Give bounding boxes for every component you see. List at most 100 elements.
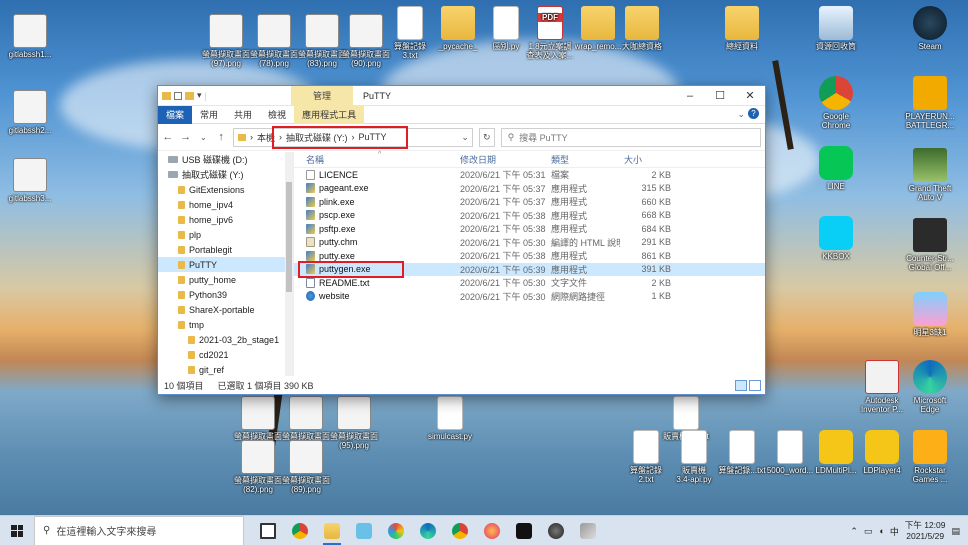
taskbar-app-button[interactable]: [252, 516, 284, 545]
taskbar-app-button[interactable]: [412, 516, 444, 545]
folder-icon: [178, 245, 185, 254]
close-button[interactable]: ✕: [735, 86, 765, 106]
desktop-icon[interactable]: LINE: [806, 146, 866, 191]
nav-scrollbar[interactable]: [285, 152, 293, 376]
file-name-cell: pageant.exe: [294, 183, 456, 194]
nav-item[interactable]: Portablegit: [158, 242, 293, 257]
recent-dropdown-icon[interactable]: ⌄: [198, 133, 210, 142]
tab-file[interactable]: 檔案: [158, 105, 193, 124]
tab-home[interactable]: 常用: [192, 106, 226, 124]
title-bar: ▾ | 管理 PuTTY – ☐ ✕: [158, 86, 765, 106]
nav-item-label: putty_home: [189, 274, 237, 285]
search-input[interactable]: ⚲ 搜尋 PuTTY: [500, 127, 762, 147]
nav-item[interactable]: USB 磁碟機 (D:): [158, 152, 293, 167]
folder-icon: [581, 6, 615, 40]
large-icons-view-button[interactable]: [749, 380, 761, 391]
file-row[interactable]: puttygen.exe 2020/6/21 下午 05:39 應用程式 391 KB: [294, 260, 765, 278]
file-list-scrollbar[interactable]: [757, 152, 765, 376]
network-icon[interactable]: ▭: [864, 526, 873, 537]
desktop-icon[interactable]: Steam: [900, 6, 960, 51]
item-count: 10 個項目: [164, 380, 204, 391]
taskbar-app-button[interactable]: [444, 516, 476, 545]
input-language[interactable]: 中: [890, 525, 899, 538]
desktop-icon[interactable]: gitlabssh2...: [0, 90, 60, 135]
qat-dropdown-icon[interactable]: ▾: [197, 90, 202, 101]
volume-icon[interactable]: ◖: [878, 526, 883, 536]
forward-button[interactable]: →: [180, 131, 192, 143]
desktop-icon[interactable]: gitlabssh1...: [0, 14, 60, 59]
nav-item[interactable]: git_ref: [158, 362, 293, 376]
csgo-icon: [913, 218, 947, 252]
nav-item[interactable]: cd2021: [158, 347, 293, 362]
taskbar-app-button[interactable]: [476, 516, 508, 545]
file-row[interactable]: putty.chm 2020/6/21 下午 05:30 編譯的 HTML 說明..…: [294, 236, 765, 250]
taskbar-app-button[interactable]: [540, 516, 572, 545]
minimize-button[interactable]: –: [675, 86, 705, 106]
expand-ribbon-icon[interactable]: ⌄: [737, 109, 745, 120]
help-icon[interactable]: ?: [748, 108, 759, 119]
column-date[interactable]: 修改日期: [456, 153, 547, 166]
taskbar-app-button[interactable]: [380, 516, 412, 545]
nav-item[interactable]: PuTTY: [158, 257, 293, 272]
details-view-button[interactable]: [735, 380, 747, 391]
notification-icon[interactable]: ▤: [951, 526, 960, 537]
taskbar-search-box[interactable]: ⚲ 在這裡輸入文字來搜尋: [34, 515, 244, 545]
management-tab[interactable]: 管理: [291, 86, 353, 106]
checkbox-icon[interactable]: [174, 91, 182, 100]
taskbar-app-button[interactable]: [572, 516, 604, 545]
nav-item[interactable]: 抽取式磁碟 (Y:): [158, 167, 293, 182]
desktop-icon[interactable]: KKBOX: [806, 216, 866, 261]
desktop-icon[interactable]: 總經資料: [712, 6, 772, 51]
desktop-icon[interactable]: Counter-Str... Global Off...: [900, 218, 960, 272]
desktop-icon[interactable]: simulcast.py: [420, 396, 480, 441]
nav-item[interactable]: home_ipv4: [158, 197, 293, 212]
tab-application-tools[interactable]: 應用程式工具: [294, 105, 365, 124]
desktop-icon[interactable]: Google Chrome: [806, 76, 866, 130]
taskbar-app-button[interactable]: [508, 516, 540, 545]
nav-item[interactable]: home_ipv6: [158, 212, 293, 227]
address-bar[interactable]: › 本機 › 抽取式磁碟 (Y:) › PuTTY ⌄: [233, 125, 473, 149]
desktop-icon[interactable]: Grand Theft Auto V: [900, 148, 960, 202]
clock[interactable]: 下午 12:09 2021/5/29: [905, 520, 946, 542]
back-button[interactable]: ←: [162, 131, 174, 143]
file-type-icon: [306, 277, 315, 288]
file-row[interactable]: psftp.exe 2020/6/21 下午 05:38 應用程式 684 KB: [294, 222, 765, 236]
nav-item[interactable]: 2021-03_2b_stage1: [158, 332, 293, 347]
column-type[interactable]: 類型: [547, 153, 620, 166]
tab-share[interactable]: 共用: [226, 106, 260, 124]
maximize-button[interactable]: ☐: [705, 86, 735, 106]
nav-item[interactable]: GitExtensions: [158, 182, 293, 197]
up-button[interactable]: ↑: [215, 131, 227, 143]
taskbar-app-button[interactable]: [348, 516, 380, 545]
start-button[interactable]: [0, 516, 34, 545]
desktop-icon[interactable]: gitlabssh3...: [0, 158, 60, 203]
file-row[interactable]: pscp.exe 2020/6/21 下午 05:38 應用程式 668 KB: [294, 209, 765, 223]
folder-small-icon[interactable]: [162, 91, 171, 100]
desktop-icon[interactable]: Rockstar Games ...: [900, 430, 960, 484]
folder-small-icon[interactable]: [185, 91, 194, 100]
file-row[interactable]: LICENCE 2020/6/21 下午 05:31 檔案 2 KB: [294, 168, 765, 182]
column-name[interactable]: 名稱: [294, 153, 456, 166]
desktop-icon[interactable]: Microsoft Edge: [900, 360, 960, 414]
nav-item[interactable]: Python39: [158, 287, 293, 302]
nav-item[interactable]: plp: [158, 227, 293, 242]
desktop-icon[interactable]: 螢幕擷取畫面 (89).png: [276, 440, 336, 494]
nav-item[interactable]: tmp: [158, 317, 293, 332]
file-row[interactable]: README.txt 2020/6/21 下午 05:30 文字文件 2 KB: [294, 276, 765, 290]
taskbar-app-button[interactable]: [284, 516, 316, 545]
desktop-icon[interactable]: PLAYERUN... BATTLEGR...: [900, 76, 960, 130]
nav-item[interactable]: putty_home: [158, 272, 293, 287]
file-row[interactable]: pageant.exe 2020/6/21 下午 05:37 應用程式 315 KB: [294, 182, 765, 196]
desktop-icon[interactable]: 明星3缺1: [900, 292, 960, 337]
column-size[interactable]: 大小: [620, 153, 675, 166]
address-dropdown-icon[interactable]: ⌄: [461, 132, 469, 143]
file-row[interactable]: plink.exe 2020/6/21 下午 05:37 應用程式 660 KB: [294, 195, 765, 209]
desktop-icon[interactable]: 資源回收筒: [806, 6, 866, 51]
taskbar-app-button[interactable]: [316, 516, 348, 545]
refresh-button[interactable]: ↻: [478, 127, 495, 147]
nav-item[interactable]: ShareX-portable: [158, 302, 293, 317]
file-row[interactable]: website 2020/6/21 下午 05:30 網際網路捷徑 1 KB: [294, 290, 765, 304]
show-hidden-icons[interactable]: ⌃: [850, 526, 858, 537]
desktop-icon[interactable]: 大咖總資格: [612, 6, 672, 51]
tab-view[interactable]: 檢視: [260, 106, 294, 124]
